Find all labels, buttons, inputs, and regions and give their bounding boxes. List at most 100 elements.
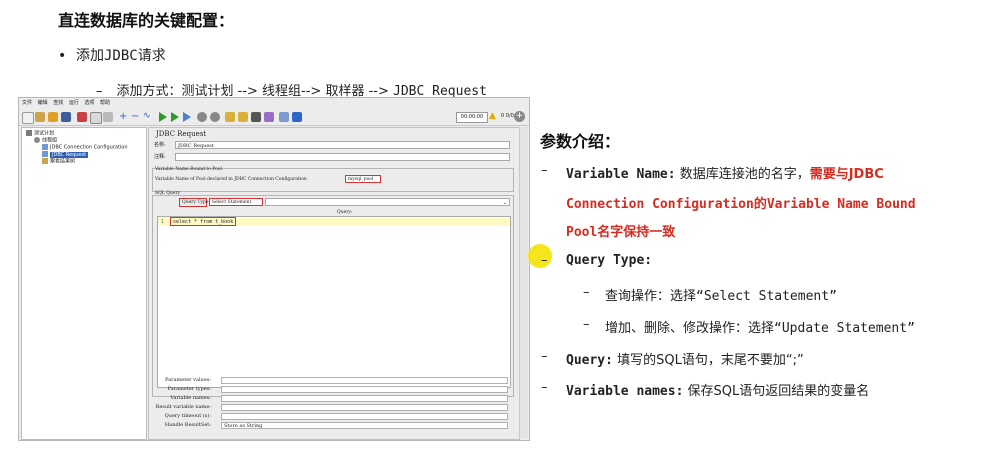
toggle-icon[interactable]: ∿ (143, 112, 153, 122)
name-label: 名称: (154, 142, 166, 148)
stop-icon[interactable] (197, 112, 207, 122)
query-type-key: Query Type: (566, 253, 653, 268)
q-key: Query: (566, 353, 613, 368)
slide-heading: 直连数据库的关键配置： (58, 11, 235, 30)
bullet-suffix: 请求 (137, 48, 166, 64)
templates-icon[interactable] (35, 112, 45, 122)
pool-name-field[interactable]: mysql_pool (345, 175, 381, 183)
result-variable-field[interactable] (221, 404, 508, 411)
validate-icon[interactable] (183, 112, 191, 122)
pool-group-title: Variable Name Bound to Pool (155, 167, 222, 172)
remote-start-icon[interactable]: + (514, 111, 525, 122)
clear-all-icon[interactable] (238, 112, 248, 122)
thread-group-icon (34, 137, 40, 143)
start-no-pause-icon[interactable] (171, 112, 179, 122)
vn-red-3: Pool名字保持一致 (566, 225, 676, 240)
function-helper-icon[interactable] (279, 112, 289, 122)
sub1-dash: – (583, 285, 590, 300)
menu-edit[interactable]: 编辑 (38, 100, 48, 106)
open-icon[interactable] (48, 112, 58, 122)
menu-help[interactable]: 帮助 (100, 100, 110, 106)
shutdown-icon[interactable] (210, 112, 220, 122)
comment-field[interactable] (175, 153, 510, 161)
bullet-add-jdbc: • 添加JDBC请求 (58, 45, 166, 65)
warning-icon[interactable]: ▲ (489, 111, 496, 121)
search-icon[interactable] (251, 112, 261, 122)
q-dash: – (541, 349, 548, 364)
vn-desc: 数据库连接池的名字， (675, 167, 810, 182)
handle-resultset-select[interactable]: Store as String (221, 422, 508, 429)
paste-icon[interactable] (103, 112, 113, 122)
bullet-marker: • (58, 48, 67, 64)
menu-search[interactable]: 查找 (53, 100, 63, 106)
expand-icon[interactable]: + (119, 112, 129, 122)
query-timeout-field[interactable] (221, 413, 508, 420)
variable-names-label: Variable names: (170, 395, 211, 401)
param-types-label: Parameter types: (167, 386, 211, 392)
save-icon[interactable] (61, 112, 71, 122)
vn-red-2: Connection Configuration的Variable Name B… (566, 197, 916, 212)
query-text[interactable]: select * from t_book (170, 217, 237, 226)
menu-bar: 文件 编辑 查找 运行 选项 帮助 (19, 98, 529, 109)
pool-label: Variable Name of Pool declared in JDBC C… (155, 177, 307, 182)
collapse-icon[interactable]: − (131, 112, 141, 122)
variable-name-item: Variable Name: 数据库连接池的名字，需要与JDBC (566, 163, 884, 182)
test-plan-icon (26, 130, 32, 136)
toolbar: + − ∿ 00:00:00 ▲ 0 0/0 + (19, 109, 529, 126)
panel-title: JDBC Request (156, 130, 207, 138)
help-icon[interactable] (292, 112, 302, 122)
result-variable-label: Result variable name: (155, 404, 211, 410)
clear-icon[interactable] (225, 112, 235, 122)
vns-dash: – (541, 380, 548, 395)
query-editor[interactable]: 1 select * from t_book (157, 216, 511, 388)
variable-names-item: Variable names: 保存SQL语句返回结果的变量名 (566, 380, 869, 399)
start-icon[interactable] (159, 112, 167, 122)
config-icon (42, 144, 48, 150)
line-number: 1 (161, 219, 165, 225)
update-statement-item: 增加、删除、修改操作：选择“Update Statement” (605, 317, 915, 336)
q-desc: 填写的SQL语句，末尾不要加“;” (612, 353, 804, 368)
name-field[interactable]: JDBC Request (175, 141, 510, 149)
test-plan-tree: 测试计划 线程组 JDBC Connection Configuration J… (21, 127, 147, 440)
cut-icon[interactable] (77, 112, 87, 122)
bullet-prefix: 添加 (76, 48, 104, 64)
vn-dash: – (541, 163, 548, 178)
menu-file[interactable]: 文件 (22, 100, 32, 106)
bullet-code: JDBC (104, 48, 138, 64)
chevron-down-icon: ⌄ (502, 200, 507, 206)
new-icon[interactable] (22, 112, 34, 124)
variable-names-field[interactable] (221, 395, 508, 402)
jdbc-request-panel: JDBC Request 名称: JDBC Request 注释: Variab… (148, 127, 520, 440)
pointer-highlight (528, 244, 552, 268)
menu-options[interactable]: 选项 (84, 100, 94, 106)
vns-desc: 保存SQL语句返回结果的变量名 (683, 384, 870, 399)
query-type-dropdown[interactable]: ⌄ (265, 198, 510, 206)
listener-icon (42, 158, 48, 164)
query-timeout-label: Query timeout (s): (164, 413, 211, 419)
select-statement-item: 查询操作：选择“Select Statement” (605, 285, 837, 304)
params-title: 参数介绍： (540, 132, 621, 151)
panel-scrollbar[interactable] (519, 127, 528, 438)
vn-red-1: 需要与JDBC (809, 167, 884, 182)
param-types-field[interactable] (221, 386, 508, 393)
tree-node-results-tree[interactable]: 察看结果树 (42, 158, 75, 166)
sub1-text: 查询操作：选择 (605, 289, 697, 304)
elapsed-timer: 00:00:00 (456, 112, 488, 123)
qt-dash: – (541, 253, 548, 268)
jmeter-window: 文件 编辑 查找 运行 选项 帮助 + − ∿ 00:00:00 ▲ 0 0/0… (18, 97, 530, 441)
sub2-code: “Update Statement” (774, 321, 915, 336)
copy-icon[interactable] (90, 112, 102, 124)
query-type-select[interactable]: Select Statement (209, 198, 263, 206)
handle-resultset-label: Handle ResultSet: (164, 422, 211, 428)
vn-key: Variable Name: (566, 167, 676, 182)
sampler-icon (42, 151, 48, 157)
vns-key: Variable names: (566, 384, 684, 399)
query-type-label: Query Type: (179, 198, 210, 207)
sub1-code: “Select Statement” (696, 289, 837, 304)
comment-label: 注释: (154, 154, 166, 160)
param-values-label: Parameter values: (165, 377, 211, 383)
menu-run[interactable]: 运行 (69, 100, 79, 106)
param-values-field[interactable] (221, 377, 508, 384)
reset-search-icon[interactable] (264, 112, 274, 122)
query-item: Query: 填写的SQL语句，末尾不要加“;” (566, 349, 804, 368)
